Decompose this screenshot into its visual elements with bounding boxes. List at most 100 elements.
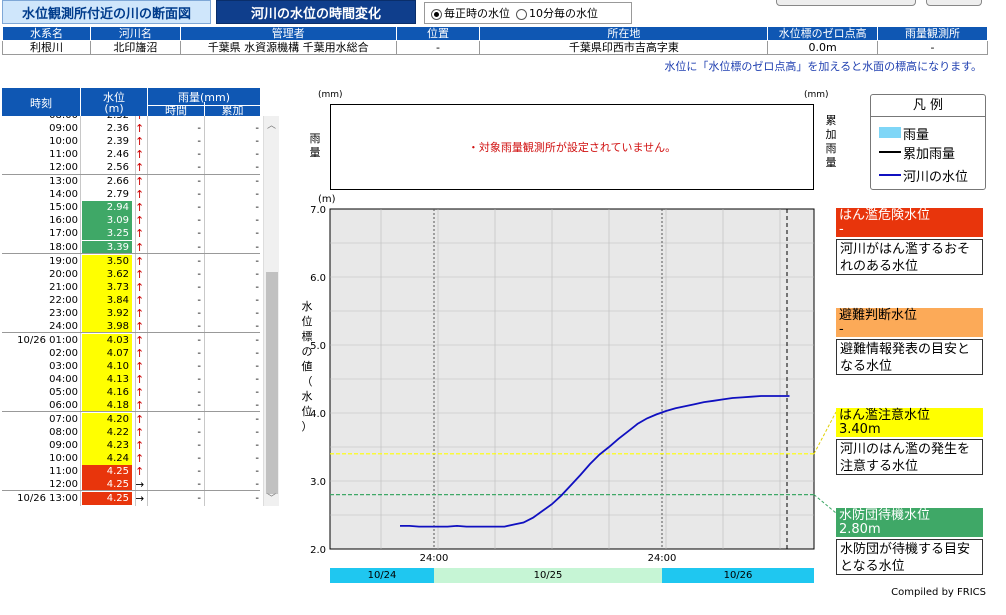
- top-button-1[interactable]: [776, 0, 916, 6]
- threshold-name: 水防団待機水位: [839, 508, 931, 523]
- row-rain-cum: -: [255, 414, 259, 426]
- scroll-thumb[interactable]: [266, 272, 278, 494]
- radio-selected-icon[interactable]: [431, 8, 442, 20]
- top-button-2[interactable]: [926, 0, 982, 6]
- date-bar-1: 10/25: [434, 568, 662, 583]
- table-row: 09:00 2.36 ↑ - -: [2, 122, 260, 136]
- row-trend-icon: ↑: [135, 148, 145, 162]
- row-time: 20:00: [49, 268, 78, 280]
- table-row: 04:00 4.13 ↑ - -: [2, 373, 260, 386]
- row-trend-icon: ↑: [135, 280, 145, 294]
- row-rain-hour: -: [197, 255, 201, 267]
- table-row: 03:00 4.10 ↑ - -: [2, 359, 260, 373]
- rain-no-station-message: ・対象雨量観測所が設定されていません。: [467, 141, 677, 154]
- table-row: 23:00 3.92 ↑ - -: [2, 306, 260, 320]
- tab-time-change[interactable]: 河川の水位の時間変化: [216, 0, 416, 24]
- interval-radio-group: 毎正時の水位 10分毎の水位: [424, 2, 632, 24]
- value-system: 利根川: [2, 40, 91, 55]
- table-group-divider: [2, 174, 260, 175]
- threshold-title: はん濫危険水位 -: [836, 208, 983, 237]
- footer-credit: Compiled by FRICS: [891, 587, 986, 598]
- legend-cum-swatch: [879, 151, 901, 153]
- row-level: 4.13: [82, 373, 132, 386]
- row-time: 16:00: [49, 215, 78, 227]
- row-level: 3.09: [82, 214, 132, 228]
- row-level: 4.20: [82, 413, 132, 427]
- row-level: 4.25: [82, 465, 132, 479]
- row-time: 11:00: [49, 149, 78, 161]
- row-time: 19:00: [49, 255, 78, 267]
- row-rain-cum: -: [255, 241, 259, 253]
- legend-level-label: 河川の水位: [903, 170, 969, 185]
- row-time: 09:00: [49, 123, 78, 135]
- elevation-note: 水位に「水位標のゼロ点高」を加えると水面の標高になります。: [664, 60, 982, 73]
- row-rain-hour: -: [197, 453, 201, 465]
- radio-hourly[interactable]: 毎正時の水位: [431, 5, 510, 21]
- rain-unit-left: (mm): [318, 90, 343, 100]
- threshold-value: -: [839, 222, 844, 237]
- row-time: 09:00: [49, 440, 78, 452]
- table-row: 18:00 3.39 ↑ - -: [2, 240, 260, 254]
- row-rain-hour: -: [197, 360, 201, 372]
- row-rain-cum: -: [255, 189, 259, 201]
- table-scrollbar[interactable]: ︿ ﹀: [263, 116, 279, 506]
- row-rain-hour: -: [197, 281, 201, 293]
- row-level: 2.66: [82, 175, 132, 189]
- value-zero: 0.0m: [767, 40, 879, 55]
- threshold-name: はん濫危険水位: [839, 208, 931, 223]
- row-level: 3.73: [82, 280, 132, 294]
- row-rain-cum: -: [255, 228, 259, 240]
- row-rain-cum: -: [255, 334, 259, 346]
- row-level: 3.50: [82, 254, 132, 268]
- threshold-value: -: [839, 322, 844, 337]
- row-rain-hour: -: [197, 176, 201, 188]
- rain-chart: ・対象雨量観測所が設定されていません。: [330, 104, 814, 190]
- row-time: 08:00: [49, 427, 78, 439]
- row-rain-hour: -: [197, 149, 201, 161]
- row-rain-hour: -: [197, 347, 201, 359]
- row-rain-hour: -: [197, 268, 201, 280]
- scroll-down-icon[interactable]: ﹀: [267, 491, 276, 504]
- header-divider: [80, 88, 81, 116]
- table-row: 10/26 01:00 4.03 ↑ - -: [2, 333, 260, 347]
- radio-unselected-icon[interactable]: [516, 8, 527, 20]
- row-trend-icon: ↑: [135, 346, 145, 360]
- row-rain-hour: -: [197, 440, 201, 452]
- scroll-up-icon[interactable]: ︿: [267, 118, 276, 131]
- threshold-value: 2.80m: [839, 522, 881, 537]
- row-trend-icon: ↑: [135, 413, 145, 427]
- row-level: 3.25: [82, 227, 132, 241]
- row-rain-hour: -: [197, 215, 201, 227]
- table-row: 13:00 2.66 ↑ - -: [2, 175, 260, 189]
- row-level: 4.24: [82, 452, 132, 466]
- row-trend-icon: ↑: [135, 452, 145, 466]
- rain-label-left: 雨量: [309, 132, 321, 159]
- row-rain-hour: -: [197, 320, 201, 332]
- data-table-body[interactable]: 08:002.32↑--09:002.36↑--10:002.39↑--11:0…: [2, 116, 264, 506]
- radio-10min[interactable]: 10分毎の水位: [516, 5, 598, 21]
- row-level: 4.16: [82, 386, 132, 400]
- row-rain-cum: -: [255, 162, 259, 174]
- row-rain-cum: -: [255, 123, 259, 135]
- table-row: 10:00 2.39 ↑ - -: [2, 135, 260, 149]
- row-trend-icon: ↑: [135, 240, 145, 254]
- row-rain-cum: -: [255, 176, 259, 188]
- row-rain-cum: -: [255, 493, 259, 505]
- threshold-description: 水防団が待機する目安となる水位: [836, 539, 983, 575]
- row-trend-icon: ↑: [135, 214, 145, 228]
- value-position: -: [395, 40, 481, 55]
- x-tick-label: 24:00: [420, 553, 449, 564]
- row-level: 2.36: [82, 122, 132, 136]
- table-group-divider: [2, 332, 260, 333]
- row-rain-cum: -: [255, 374, 259, 385]
- header-time: 時刻: [30, 97, 52, 110]
- row-trend-icon: ↑: [135, 267, 145, 281]
- legend-rain-label: 雨量: [903, 128, 930, 143]
- header-system: 水系名: [2, 26, 91, 41]
- y-tick-label: 7.0: [310, 205, 326, 216]
- tab-cross-section[interactable]: 水位観測所付近の川の断面図: [2, 0, 211, 24]
- row-trend-icon: ↑: [135, 161, 145, 175]
- table-row: 08:00 4.22 ↑ - -: [2, 426, 260, 440]
- rain-unit-right: (mm): [804, 90, 829, 100]
- row-level: 2.94: [82, 201, 132, 215]
